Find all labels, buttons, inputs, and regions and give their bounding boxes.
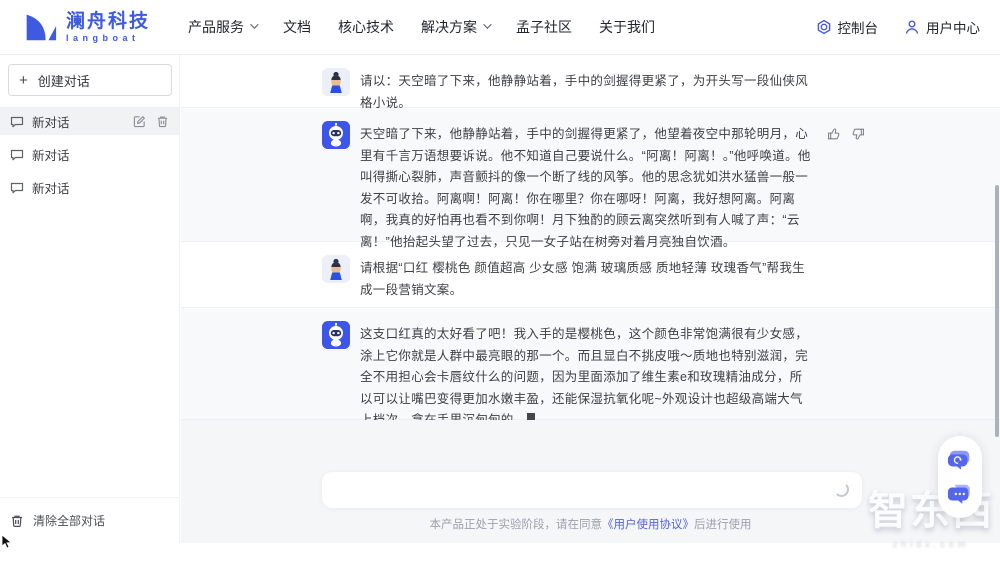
user-avatar	[322, 68, 350, 96]
console-button[interactable]: 控制台	[816, 17, 879, 37]
thumbs-down-icon[interactable]	[851, 127, 865, 141]
message-input[interactable]	[322, 472, 862, 508]
bot-avatar	[322, 121, 350, 149]
conversation-sidebar: + 创建对话 新对话	[0, 55, 180, 543]
brand-name: 澜舟科技	[66, 12, 150, 31]
brand-subname: langboat	[66, 34, 150, 43]
top-navbar: 澜舟科技 langboat 产品服务 文档 核心技术 解决方案 孟子社区	[0, 0, 1000, 55]
bot-message: 这支口红真的太好看了吧！我入手的是樱桃色，这个颜色非常饱满很有少女感，涂上它你就…	[181, 308, 1000, 420]
bot-message: 天空暗了下来，他静静站着，手中的剑握得更紧了，他望着夜空中那轮明月，心里有千言万…	[181, 108, 1000, 242]
composer-section: 本产品正处于实验阶段，请在同意《用户使用协议》后进行使用	[181, 420, 1000, 543]
user-message: 请以：天空暗了下来，他静静站着，手中的剑握得更紧了，为开头写一段仙侠风格小说。	[181, 55, 1000, 108]
chat-history-icon[interactable]	[947, 447, 973, 473]
message-actions	[827, 121, 865, 141]
clear-all-conversations-button[interactable]: 清除全部对话	[0, 497, 179, 543]
chevron-down-icon	[483, 20, 491, 28]
thumbs-up-icon[interactable]	[827, 127, 841, 141]
loading-spinner-icon	[834, 482, 849, 497]
nav-item-mengzi-community[interactable]: 孟子社区	[516, 17, 572, 37]
nav-item-products[interactable]: 产品服务	[188, 17, 256, 37]
conversation-list: 新对话 新对话	[0, 107, 179, 201]
chat-dots-icon[interactable]	[947, 481, 973, 507]
delete-icon[interactable]	[156, 115, 169, 128]
message-text: 天空暗了下来，他静静站着，手中的剑握得更紧了，他望着夜空中那轮明月，心里有千言万…	[360, 121, 815, 253]
message-text: 请以：天空暗了下来，他静静站着，手中的剑握得更紧了，为开头写一段仙侠风格小说。	[360, 68, 815, 114]
chat-bubble-icon	[10, 148, 24, 162]
floating-chat-widget	[938, 436, 982, 518]
brand-logo[interactable]: 澜舟科技 langboat	[20, 8, 150, 46]
trash-icon	[10, 514, 24, 528]
user-agreement-link[interactable]: 《用户使用协议》	[602, 519, 694, 531]
app-window: 澜舟科技 langboat 产品服务 文档 核心技术 解决方案 孟子社区	[0, 0, 1000, 562]
conversation-item[interactable]: 新对话	[0, 174, 179, 201]
nav-item-solutions[interactable]: 解决方案	[421, 17, 489, 37]
conversation-item[interactable]: 新对话	[0, 108, 179, 135]
nav-item-core-tech[interactable]: 核心技术	[338, 17, 394, 37]
conversation-item[interactable]: 新对话	[0, 141, 179, 168]
create-conversation-button[interactable]: + 创建对话	[8, 64, 172, 96]
user-icon	[904, 19, 920, 35]
brand-text: 澜舟科技 langboat	[66, 12, 150, 43]
user-avatar	[322, 255, 350, 283]
user-center-button[interactable]: 用户中心	[904, 17, 980, 37]
chat-bubble-icon	[10, 115, 24, 129]
langboat-sail-icon	[20, 8, 58, 46]
scrollbar-thumb[interactable]	[995, 185, 999, 437]
nav-right: 控制台 用户中心	[790, 17, 981, 37]
mouse-cursor	[1, 534, 13, 550]
nav-menu: 产品服务 文档 核心技术 解决方案 孟子社区 关于我们	[188, 17, 682, 37]
chat-main: 请以：天空暗了下来，他静静站着，手中的剑握得更紧了，为开头写一段仙侠风格小说。 …	[181, 55, 1000, 543]
nav-item-docs[interactable]: 文档	[283, 17, 311, 37]
message-text: 这支口红真的太好看了吧！我入手的是樱桃色，这个颜色非常饱满很有少女感，涂上它你就…	[360, 321, 815, 432]
edit-icon[interactable]	[133, 115, 146, 128]
bot-avatar	[322, 321, 350, 349]
chevron-down-icon	[250, 20, 258, 28]
footer-disclaimer: 本产品正处于实验阶段，请在同意《用户使用协议》后进行使用	[181, 516, 1000, 532]
nav-item-about-us[interactable]: 关于我们	[599, 17, 655, 37]
plus-icon: +	[19, 72, 28, 89]
chat-bubble-icon	[10, 181, 24, 195]
message-text: 请根据“口红 樱桃色 颜值超高 少女感 饱满 玻璃质感 质地轻薄 玫瑰香气”帮我…	[360, 255, 815, 301]
console-icon	[816, 19, 832, 35]
